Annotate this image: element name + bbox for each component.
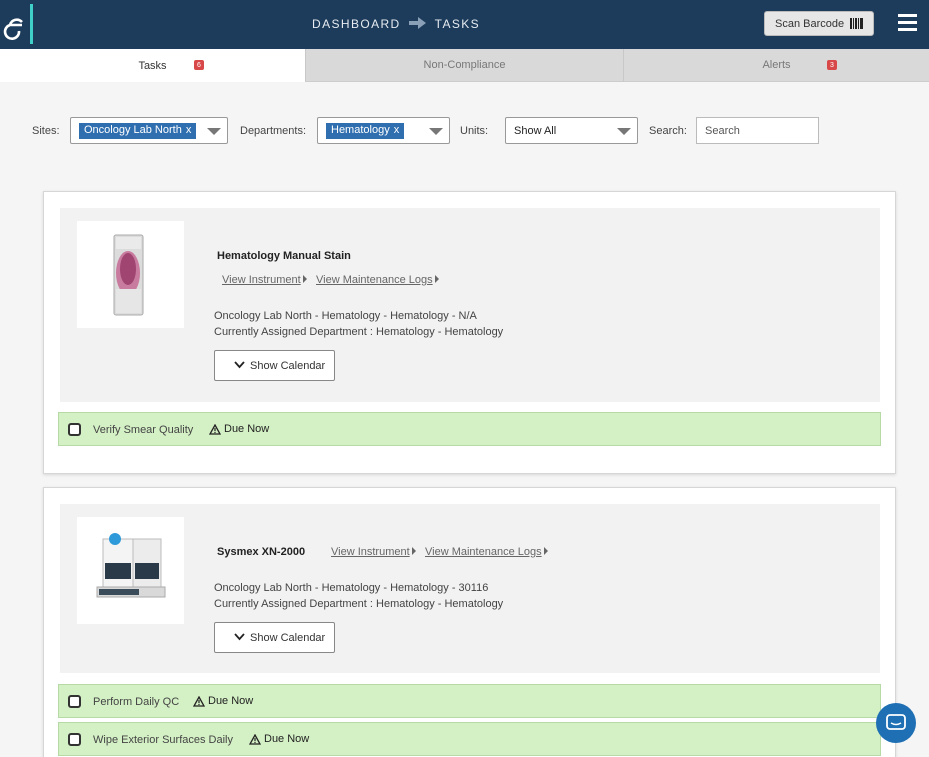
sites-select[interactable]: Oncology Lab North x <box>70 117 228 144</box>
tab-alerts-label: Alerts <box>762 59 791 71</box>
task-checkbox[interactable] <box>68 695 81 708</box>
remove-department-icon[interactable]: x <box>394 124 400 136</box>
units-value: Show All <box>514 125 557 137</box>
task-row: Perform Daily QC Due Now <box>58 684 881 718</box>
breadcrumb-tasks: TASKS <box>434 17 481 31</box>
site-chip: Oncology Lab North x <box>79 123 197 139</box>
search-label: Search: <box>649 125 687 137</box>
chevron-down-icon <box>234 633 245 641</box>
arrow-right-icon <box>408 17 426 29</box>
chevron-down-icon[interactable] <box>207 128 221 135</box>
show-calendar-button[interactable]: Show Calendar <box>214 350 335 381</box>
instrument-image <box>77 221 184 328</box>
caret-right-icon <box>302 275 307 283</box>
show-calendar-label: Show Calendar <box>250 359 326 372</box>
task-row: Wipe Exterior Surfaces Daily Due Now <box>58 722 881 756</box>
chevron-down-icon[interactable] <box>429 128 443 135</box>
instrument-name: Hematology Manual Stain <box>217 250 351 262</box>
view-instrument-link[interactable]: View Instrument <box>331 546 416 558</box>
due-status: Due Now <box>249 733 309 745</box>
caret-right-icon <box>411 547 416 555</box>
warning-icon <box>193 695 205 707</box>
department-chip-label: Hematology <box>331 124 390 136</box>
task-row: Verify Smear Quality Due Now <box>58 412 881 446</box>
show-calendar-label: Show Calendar <box>250 631 326 644</box>
app-logo[interactable] <box>0 0 38 49</box>
tab-tasks[interactable]: Tasks 6 <box>0 49 305 82</box>
task-name: Verify Smear Quality <box>93 424 194 436</box>
chevron-down-icon[interactable] <box>617 128 631 135</box>
instrument-image <box>77 517 184 624</box>
instrument-location: Oncology Lab North - Hematology - Hemato… <box>214 310 477 322</box>
breadcrumb: DASHBOARD TASKS <box>312 17 480 31</box>
departments-select[interactable]: Hematology x <box>317 117 450 144</box>
due-status: Due Now <box>193 695 253 707</box>
warning-icon <box>209 423 221 435</box>
tab-bar: Tasks 6 Non-Compliance Alerts 3 <box>0 49 929 82</box>
stain-slide-image <box>113 234 144 316</box>
chat-icon <box>886 714 906 730</box>
show-calendar-button[interactable]: Show Calendar <box>214 622 335 653</box>
assigned-department: Currently Assigned Department : Hematolo… <box>214 598 504 610</box>
remove-site-icon[interactable]: x <box>186 124 192 136</box>
alerts-count-badge: 3 <box>827 60 837 70</box>
view-instrument-link[interactable]: View Instrument <box>222 274 307 286</box>
breadcrumb-dashboard[interactable]: DASHBOARD <box>312 17 401 31</box>
units-label: Units: <box>460 125 489 137</box>
assigned-department: Currently Assigned Department : Hematolo… <box>214 326 504 338</box>
instrument-location: Oncology Lab North - Hematology - Hemato… <box>214 582 489 594</box>
units-select[interactable]: Show All <box>505 117 638 144</box>
barcode-icon <box>850 18 863 29</box>
menu-icon[interactable] <box>898 14 917 32</box>
tab-tasks-label: Tasks <box>138 59 167 72</box>
tab-alerts[interactable]: Alerts 3 <box>623 49 929 82</box>
chevron-down-icon <box>234 361 245 369</box>
search-input[interactable] <box>696 117 819 144</box>
due-status: Due Now <box>209 423 269 435</box>
scan-barcode-button[interactable]: Scan Barcode <box>764 11 874 36</box>
site-chip-label: Oncology Lab North <box>84 124 182 136</box>
view-maintenance-logs-link[interactable]: View Maintenance Logs <box>425 546 548 558</box>
top-bar: DASHBOARD TASKS Scan Barcode <box>0 0 929 49</box>
departments-label: Departments: <box>240 125 307 137</box>
caret-right-icon <box>543 547 548 555</box>
tasks-count-badge: 6 <box>194 60 204 70</box>
task-checkbox[interactable] <box>68 423 81 436</box>
warning-icon <box>249 733 261 745</box>
instrument-details: Hematology Manual Stain View Instrument … <box>60 208 880 402</box>
task-name: Wipe Exterior Surfaces Daily <box>93 734 233 746</box>
instrument-card: Sysmex XN-2000 View Instrument View Main… <box>43 487 896 757</box>
instrument-name: Sysmex XN-2000 <box>217 546 306 558</box>
caret-right-icon <box>434 275 439 283</box>
sites-label: Sites: <box>32 125 60 137</box>
chat-button[interactable] <box>876 703 916 743</box>
instrument-details: Sysmex XN-2000 View Instrument View Main… <box>60 504 880 673</box>
department-chip: Hematology x <box>326 123 405 139</box>
task-name: Perform Daily QC <box>93 696 180 708</box>
task-checkbox[interactable] <box>68 733 81 746</box>
tab-non-compliance[interactable]: Non-Compliance <box>305 49 623 82</box>
tab-non-compliance-label: Non-Compliance <box>423 59 506 71</box>
view-maintenance-logs-link[interactable]: View Maintenance Logs <box>316 274 439 286</box>
scan-barcode-label: Scan Barcode <box>775 17 845 30</box>
instrument-card: Hematology Manual Stain View Instrument … <box>43 191 896 474</box>
analyzer-image <box>96 533 166 598</box>
